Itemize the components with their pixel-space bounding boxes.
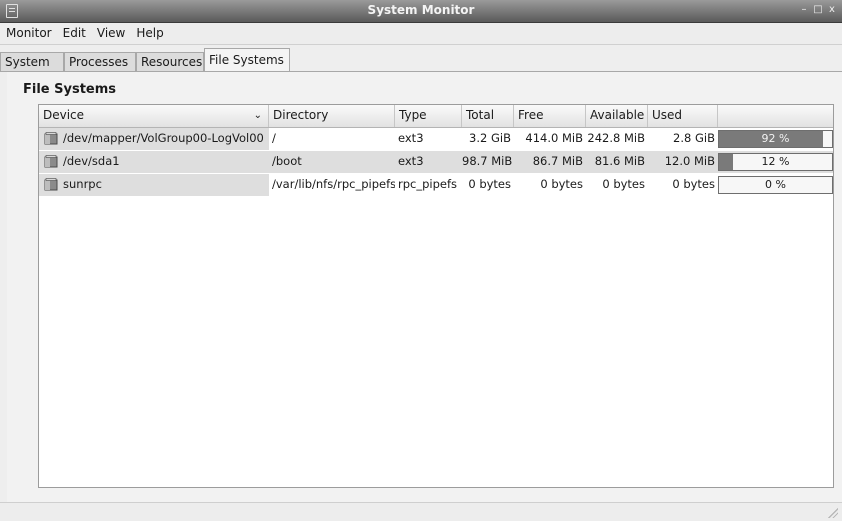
usage-bar: 0 %	[718, 176, 833, 194]
column-header-usage[interactable]	[718, 105, 833, 127]
used-cell: 2.8 GiB	[673, 131, 715, 145]
menu-monitor[interactable]: Monitor	[0, 23, 57, 40]
free-cell: 0 bytes	[540, 177, 583, 191]
usage-percent: 92 %	[761, 132, 790, 145]
directory-cell: /var/lib/nfs/rpc_pipefs	[272, 177, 395, 191]
file-systems-table[interactable]: Device ⌄ Directory Type Total Free Avail…	[38, 104, 834, 488]
minimize-icon[interactable]: –	[798, 4, 810, 16]
column-header-free[interactable]: Free	[514, 105, 586, 127]
device-name: /dev/mapper/VolGroup00-LogVol00	[63, 131, 264, 145]
type-cell: ext3	[398, 131, 424, 145]
usage-bar: 92 %	[718, 130, 833, 148]
section-heading: File Systems	[23, 82, 117, 97]
menu-edit[interactable]: Edit	[57, 23, 91, 40]
used-cell: 12.0 MiB	[664, 154, 715, 168]
tab-system[interactable]: System	[0, 52, 64, 71]
available-cell: 242.8 MiB	[587, 131, 645, 145]
table-header: Device ⌄ Directory Type Total Free Avail…	[39, 105, 833, 128]
column-header-total[interactable]: Total	[462, 105, 514, 127]
window-controls: – □ x	[798, 4, 838, 16]
available-cell: 81.6 MiB	[594, 154, 645, 168]
total-cell: 3.2 GiB	[469, 131, 511, 145]
hard-disk-icon	[44, 178, 58, 191]
table-row[interactable]: /dev/sda1 /boot ext3 98.7 MiB 86.7 MiB 8…	[39, 151, 833, 173]
menu-help[interactable]: Help	[130, 23, 168, 40]
menu-view[interactable]: View	[91, 23, 130, 40]
column-header-device[interactable]: Device ⌄	[39, 105, 269, 127]
maximize-icon[interactable]: □	[812, 4, 824, 16]
hard-disk-icon	[44, 132, 58, 145]
usage-bar: 12 %	[718, 153, 833, 171]
usage-percent: 12 %	[761, 155, 790, 168]
device-cell: /dev/sda1	[39, 151, 269, 173]
hard-disk-icon	[44, 155, 58, 168]
tab-file-systems[interactable]: File Systems	[204, 48, 290, 72]
directory-cell: /boot	[272, 154, 302, 168]
directory-cell: /	[272, 131, 276, 145]
table-row[interactable]: /dev/mapper/VolGroup00-LogVol00 / ext3 3…	[39, 128, 833, 150]
device-name: sunrpc	[63, 177, 102, 191]
column-header-used[interactable]: Used	[648, 105, 718, 127]
statusbar	[0, 502, 842, 521]
column-header-type[interactable]: Type	[395, 105, 462, 127]
tab-bar: System Processes Resources File Systems	[0, 48, 842, 72]
column-header-directory[interactable]: Directory	[269, 105, 395, 127]
window-title: System Monitor	[367, 3, 475, 17]
tab-resources[interactable]: Resources	[136, 52, 204, 71]
column-header-available[interactable]: Available	[586, 105, 648, 127]
chevron-down-icon: ⌄	[253, 110, 262, 121]
window-titlebar[interactable]: System Monitor – □ x	[0, 0, 842, 23]
used-cell: 0 bytes	[672, 177, 715, 191]
type-cell: rpc_pipefs	[398, 177, 458, 191]
table-row[interactable]: sunrpc /var/lib/nfs/rpc_pipefs rpc_pipef…	[39, 174, 833, 196]
free-cell: 86.7 MiB	[532, 154, 583, 168]
total-cell: 98.7 MiB	[462, 154, 513, 168]
available-cell: 0 bytes	[602, 177, 645, 191]
close-icon[interactable]: x	[826, 4, 838, 16]
column-label: Device	[43, 108, 85, 122]
type-cell: ext3	[398, 154, 424, 168]
free-cell: 414.0 MiB	[525, 131, 583, 145]
usage-percent: 0 %	[765, 178, 786, 191]
tab-processes[interactable]: Processes	[64, 52, 136, 71]
total-cell: 0 bytes	[468, 177, 511, 191]
resize-grip[interactable]	[828, 508, 838, 518]
menubar: Monitor Edit View Help	[0, 23, 842, 45]
device-cell: /dev/mapper/VolGroup00-LogVol00	[39, 128, 269, 150]
device-name: /dev/sda1	[63, 154, 120, 168]
device-cell: sunrpc	[39, 174, 269, 196]
